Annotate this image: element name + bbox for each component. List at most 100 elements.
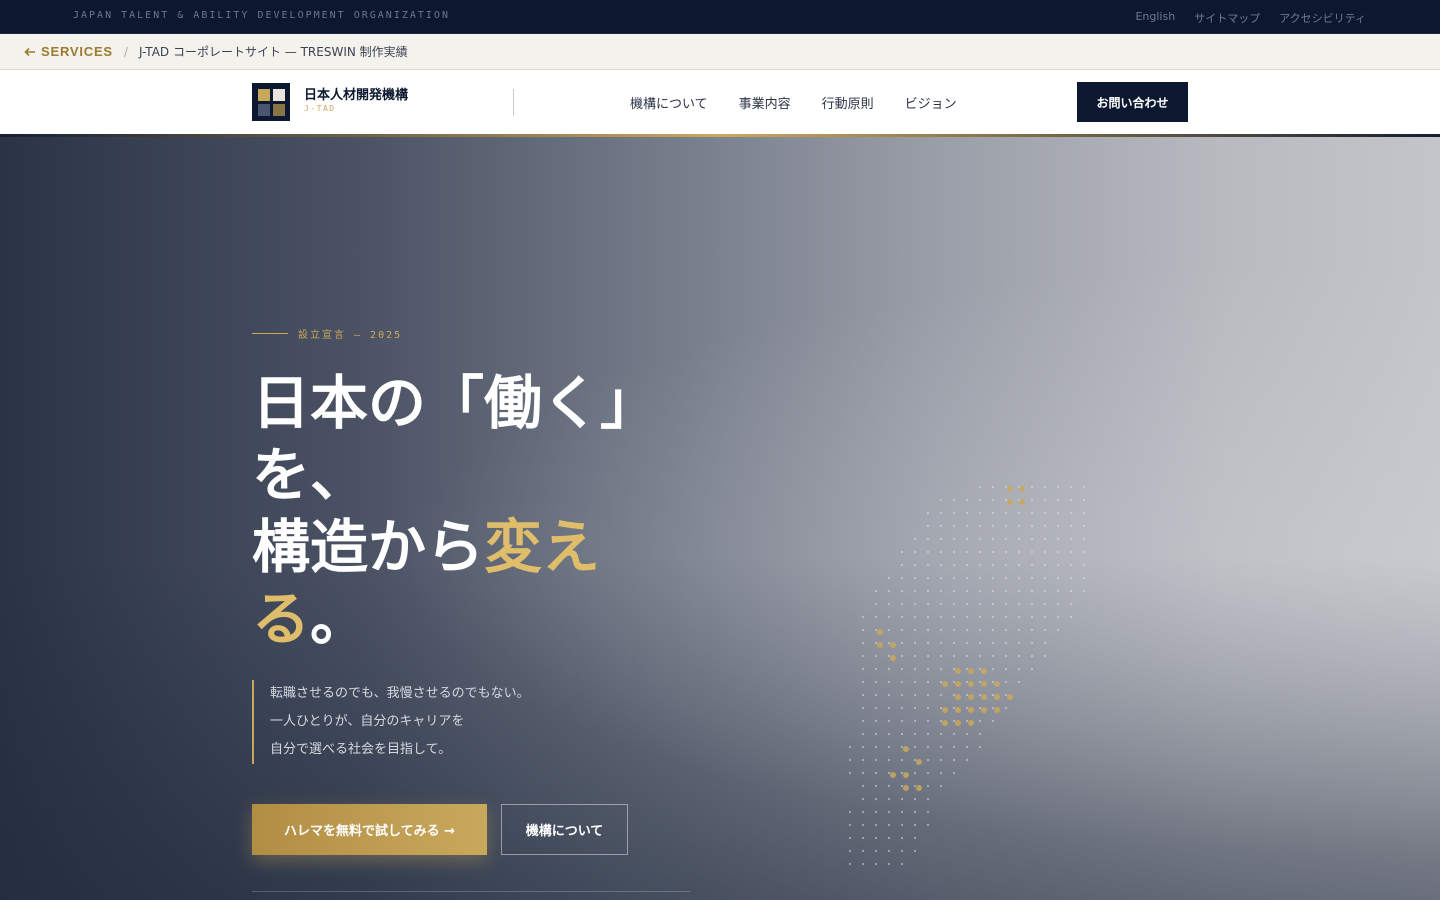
map-dot (1017, 563, 1021, 567)
sitemap-link[interactable]: サイトマップ (1194, 10, 1260, 26)
map-dot (861, 758, 865, 762)
nav-item-about[interactable]: 機構について (630, 93, 708, 112)
map-dot (1004, 550, 1008, 554)
map-dot (900, 797, 904, 801)
map-dot (1007, 486, 1013, 492)
map-dot (1056, 628, 1060, 632)
nav-item-vision[interactable]: ビジョン (905, 93, 957, 112)
map-dot (939, 771, 943, 775)
map-dot (900, 849, 904, 853)
map-dot (926, 797, 930, 801)
headline-line-1: 日本の「働く」 (252, 369, 659, 437)
map-dot (991, 524, 995, 528)
map-dot (965, 628, 969, 632)
nav-item-business[interactable]: 事業内容 (739, 93, 791, 112)
map-dot (1043, 511, 1047, 515)
map-dot (926, 732, 930, 736)
map-dot (1056, 602, 1060, 606)
map-dot (874, 693, 878, 697)
hero-section: 設立宣言 — 2025 日本の「働く」 を、 構造から変え る。 転職させるので… (0, 137, 1440, 900)
map-dot (874, 680, 878, 684)
map-dot (952, 563, 956, 567)
map-dot (965, 693, 969, 697)
map-dot (978, 524, 982, 528)
nav-item-principles[interactable]: 行動原則 (822, 93, 874, 112)
map-dot (978, 576, 982, 580)
map-dot (991, 706, 995, 710)
map-dot (1017, 615, 1021, 619)
map-dot (965, 680, 969, 684)
map-dot (968, 720, 974, 726)
map-dot (965, 758, 969, 762)
map-dot (965, 602, 969, 606)
site-header: 日本人材開発機構 J-TAD 機構について 事業内容 行動原則 ビジョン お問い… (0, 70, 1440, 137)
map-dot (1069, 615, 1073, 619)
logo-mark-icon[interactable] (252, 83, 290, 121)
map-dot (926, 550, 930, 554)
map-dot (874, 849, 878, 853)
map-dot (952, 719, 956, 723)
map-dot (1069, 524, 1073, 528)
map-dot (1043, 498, 1047, 502)
map-dot (978, 628, 982, 632)
map-dot (900, 719, 904, 723)
map-dot (874, 602, 878, 606)
map-dot (952, 654, 956, 658)
about-organization-button[interactable]: 機構について (501, 804, 628, 855)
map-dot (1069, 602, 1073, 606)
map-dot (991, 719, 995, 723)
map-dot (861, 706, 865, 710)
map-dot (1030, 498, 1034, 502)
map-dot (874, 641, 878, 645)
map-dot (848, 810, 852, 814)
map-dot (913, 849, 917, 853)
map-dot (1069, 537, 1073, 541)
headline-line-2: を、 (252, 441, 369, 509)
try-harema-button[interactable]: ハレマを無料で試してみる → (252, 804, 487, 855)
map-dot (887, 602, 891, 606)
map-dot (1069, 485, 1073, 489)
map-dot (991, 615, 995, 619)
map-dot (965, 498, 969, 502)
logo-jp-name: 日本人材開発機構 (304, 88, 409, 103)
map-dot (952, 732, 956, 736)
map-dot (1069, 589, 1073, 593)
map-dot (978, 550, 982, 554)
contact-button[interactable]: お問い合わせ (1077, 82, 1188, 122)
map-dot (1004, 576, 1008, 580)
accessibility-link[interactable]: アクセシビリティ (1279, 10, 1366, 26)
map-dot (861, 810, 865, 814)
map-dot (939, 602, 943, 606)
map-dot (903, 746, 909, 752)
map-dot (991, 576, 995, 580)
hero-bottom-rule (252, 891, 690, 892)
back-to-services-link[interactable]: SERVICES (24, 44, 113, 59)
english-link[interactable]: English (1135, 10, 1175, 26)
map-dot (952, 680, 956, 684)
map-dot (848, 836, 852, 840)
map-dot (1043, 537, 1047, 541)
map-dot (955, 720, 961, 726)
map-dot (900, 732, 904, 736)
map-dot (955, 707, 961, 713)
map-dot (1082, 537, 1086, 541)
map-dot (952, 589, 956, 593)
map-dot (939, 784, 943, 788)
map-dot (1030, 628, 1034, 632)
logo[interactable]: 日本人材開発機構 J-TAD (304, 88, 408, 114)
map-dot (926, 654, 930, 658)
map-dot (991, 667, 995, 671)
map-dot (952, 667, 956, 671)
map-dot (861, 732, 865, 736)
map-dot (900, 693, 904, 697)
map-dot (1069, 498, 1073, 502)
map-dot (994, 681, 1000, 687)
map-dot (887, 836, 891, 840)
map-dot (965, 589, 969, 593)
map-dot (939, 667, 943, 671)
map-dot (978, 485, 982, 489)
map-dot (978, 667, 982, 671)
map-dot (952, 576, 956, 580)
map-dot (1069, 511, 1073, 515)
map-dot (887, 784, 891, 788)
